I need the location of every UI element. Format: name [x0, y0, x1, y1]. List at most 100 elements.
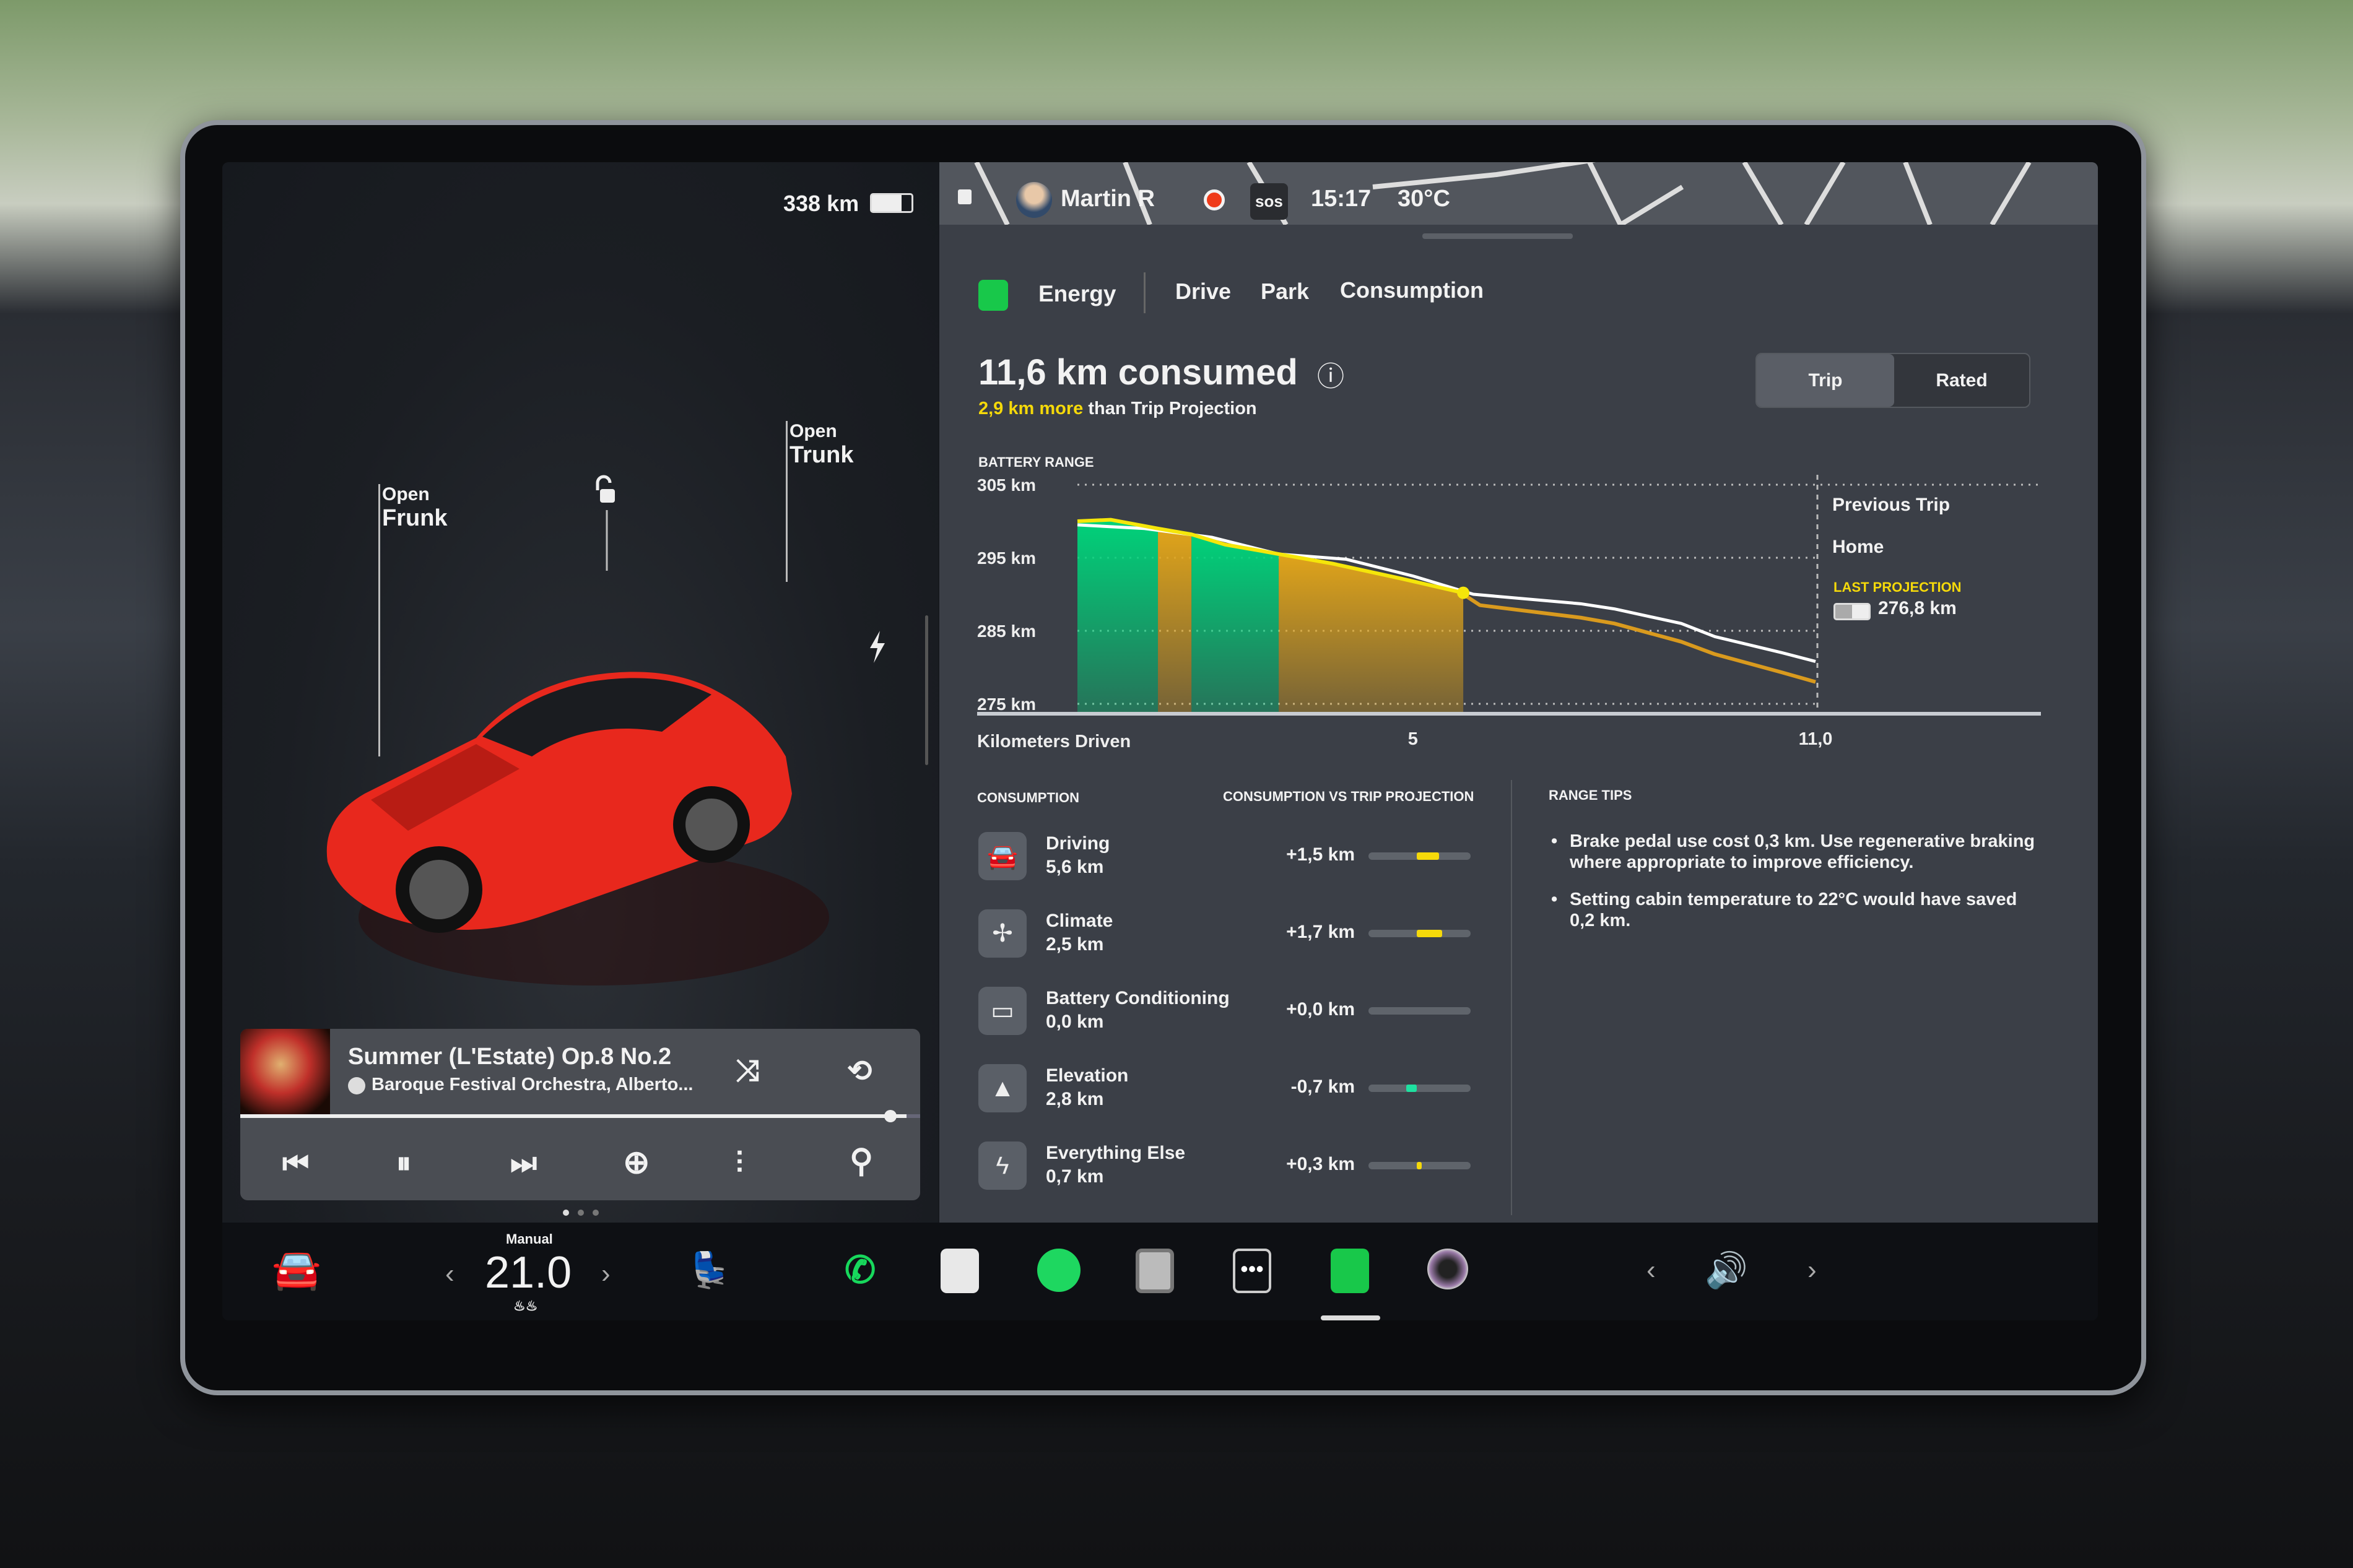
camera-icon[interactable] [1427, 1249, 1468, 1289]
more-icon[interactable]: ••• [1233, 1249, 1271, 1293]
frunk-label-open: Open [382, 484, 430, 505]
consumption-vs-header: CONSUMPTION VS TRIP PROJECTION [1223, 789, 1474, 804]
search-icon[interactable]: ⚲ [850, 1143, 873, 1180]
consumption-name: Everything Else [1046, 1143, 1186, 1163]
range-tip: • Setting cabin temperature to 22°C would… [1551, 890, 2017, 930]
range-tips-header: RANGE TIPS [1549, 787, 1632, 803]
clock: 15:17 [1311, 186, 1372, 212]
car-icon[interactable]: 🚘 [272, 1246, 321, 1293]
legend-previous-trip[interactable]: Previous Trip [1832, 495, 1950, 516]
consumption-delta: +0,3 km [1286, 1154, 1355, 1174]
projection-delta: 2,9 km more than Trip Projection [978, 399, 1257, 419]
last-projection-line [1462, 592, 1816, 684]
unlock-icon[interactable] [591, 472, 622, 571]
consumption-row: ϟ Everything Else 0,7 km +0,3 km [939, 1141, 1509, 1191]
delta-bar [1368, 1007, 1471, 1015]
range-tip-text: Setting cabin temperature to 22°C would … [1570, 890, 2017, 930]
car-model-image[interactable] [315, 571, 872, 1016]
volume-icon[interactable]: 🔊 [1705, 1250, 1748, 1291]
sos-button[interactable]: SOS [1250, 183, 1288, 220]
consumption-delta: +1,5 km [1286, 844, 1355, 865]
delta-suffix: than Trip Projection [1083, 399, 1257, 418]
trip-area-segment [1279, 554, 1464, 714]
track-title: Summer (L'Estate) Op.8 No.2 [348, 1044, 672, 1070]
toggle-rated[interactable]: Rated [1894, 354, 2029, 407]
consumption-name: Driving [1046, 833, 1110, 854]
consumption-row: ▭ Battery Conditioning 0,0 km +0,0 km [939, 987, 1509, 1036]
consumption-delta: +0,0 km [1286, 999, 1355, 1020]
cabin-temperature[interactable]: 21.0 [485, 1247, 572, 1298]
climate-mode: Manual [506, 1231, 553, 1247]
last-projection-value: 276,8 km [1878, 598, 1957, 618]
media-player: Summer (L'Estate) Op.8 No.2 Baroque Fest… [240, 1029, 920, 1200]
y-tick-label: 275 km [977, 695, 1036, 714]
delta-value: 2,9 km more [978, 399, 1084, 418]
projection-battery-icon [1833, 603, 1871, 620]
battery-icon [870, 193, 913, 213]
delta-bar-fill [1417, 930, 1442, 937]
consumption-name: Elevation [1046, 1065, 1129, 1086]
toggle-rated-label: Rated [1936, 370, 1988, 391]
page-dots[interactable] [563, 1210, 599, 1216]
toggle-trip[interactable]: Trip [1757, 354, 1894, 407]
panel-drag-handle[interactable] [1422, 233, 1573, 239]
delta-bar [1368, 930, 1471, 937]
consumption-value: 0,0 km [1046, 1011, 1104, 1032]
lock-icon[interactable] [958, 189, 972, 204]
seat-heater-icons[interactable]: ♨♨ [513, 1298, 537, 1314]
dashcam-icon[interactable] [1136, 1249, 1174, 1293]
current-position-marker [1457, 586, 1470, 599]
trip-rated-toggle: Trip Rated [1755, 353, 2030, 408]
energy-icon[interactable] [1331, 1249, 1369, 1293]
repeat-icon[interactable]: ⟲ [847, 1054, 872, 1088]
album-art[interactable] [240, 1029, 330, 1117]
x-tick-label: 5 [1408, 729, 1418, 749]
avatar[interactable] [1016, 182, 1052, 218]
previous-track-icon[interactable]: ⏮ [282, 1146, 309, 1181]
section-divider [1511, 780, 1512, 1215]
spotify-icon[interactable] [1037, 1249, 1081, 1292]
seat-heater-icon[interactable]: 💺 [688, 1250, 731, 1291]
volume-down-icon[interactable]: ‹ [1646, 1255, 1656, 1286]
notes-icon[interactable] [941, 1249, 979, 1293]
volume-up-icon[interactable]: › [1807, 1255, 1817, 1286]
range-readout: 338 km [783, 191, 859, 216]
consumption-row: ▲ Elevation 2,8 km -0,7 km [939, 1064, 1509, 1114]
temp-increase-icon[interactable]: › [601, 1258, 611, 1289]
scrollbar[interactable] [925, 615, 928, 765]
outside-temperature: 30°C [1398, 186, 1450, 212]
active-app-indicator [1321, 1315, 1380, 1320]
pause-icon[interactable]: ⏸ [396, 1146, 411, 1181]
trunk-leader-line [786, 421, 788, 582]
add-icon[interactable]: ⊕ [623, 1144, 650, 1181]
delta-bar [1368, 852, 1471, 860]
consumption-delta: +1,7 km [1286, 922, 1355, 942]
tab-consumption[interactable]: Consumption [1340, 277, 1484, 303]
delta-bar-fill [1417, 1162, 1422, 1169]
temp-decrease-icon[interactable]: ‹ [445, 1258, 455, 1289]
legend-home[interactable]: Home [1832, 537, 1884, 558]
trip-area-segment [1077, 519, 1159, 714]
info-icon[interactable]: ⓘ [1317, 354, 1344, 394]
consumption-name: Climate [1046, 911, 1113, 931]
track-artist: Baroque Festival Orchestra, Alberto... [372, 1075, 694, 1094]
consumed-title: 11,6 km consumed [978, 352, 1298, 392]
consumption-name: Battery Conditioning [1046, 988, 1230, 1008]
shuffle-icon[interactable]: ⤨ [736, 1054, 759, 1088]
equalizer-icon[interactable]: ⫶ [736, 1146, 743, 1181]
phone-icon[interactable]: ✆ [845, 1249, 876, 1292]
next-track-icon[interactable]: ⏭ [510, 1146, 537, 1181]
tab-divider [1144, 272, 1146, 313]
tab-energy[interactable]: Energy [1038, 281, 1116, 307]
tab-park[interactable]: Park [1261, 279, 1309, 305]
consumption-row: ✢ Climate 2,5 km +1,7 km [939, 909, 1509, 959]
progress-bar[interactable] [240, 1110, 920, 1122]
tab-drive[interactable]: Drive [1175, 279, 1231, 305]
user-name[interactable]: Martin R [1061, 186, 1155, 212]
touchscreen: 338 km Open Frunk Open Trunk Summer (L'E… [222, 162, 2098, 1320]
trip-area-segment [1158, 528, 1192, 714]
consumption-value: 2,5 km [1046, 934, 1104, 955]
delta-bar-fill [1406, 1085, 1417, 1092]
car-icon: 🚘 [978, 832, 1027, 880]
recording-icon[interactable] [1204, 189, 1225, 210]
